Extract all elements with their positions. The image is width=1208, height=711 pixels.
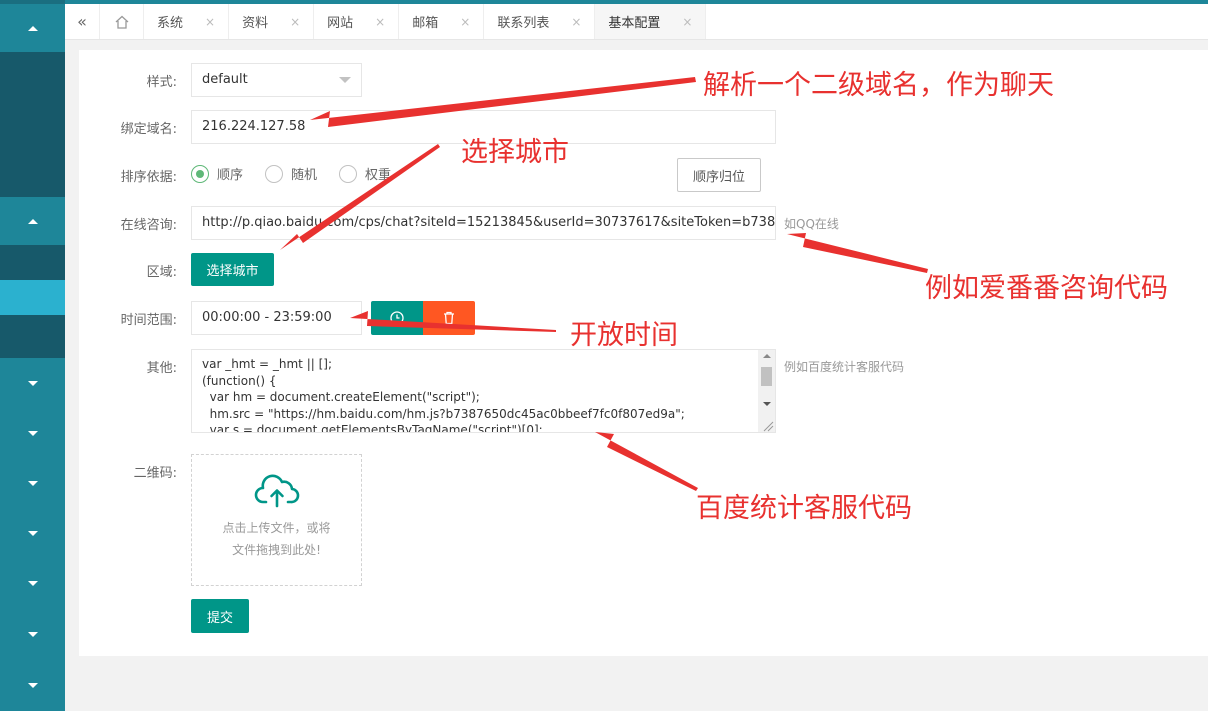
- tab-mailbox[interactable]: 邮箱 ×: [399, 4, 485, 39]
- scroll-up-icon[interactable]: [763, 354, 771, 358]
- code-line: var _hmt = _hmt || [];: [202, 357, 333, 371]
- annotation-city: 选择城市: [461, 137, 569, 168]
- radio-label: 随机: [291, 168, 318, 183]
- sidebar-group-2[interactable]: [0, 197, 65, 245]
- reset-order-button[interactable]: 顺序归位: [677, 158, 761, 192]
- chevron-down-icon: [339, 77, 351, 83]
- radio-random[interactable]: 随机: [265, 164, 317, 183]
- tab-contacts[interactable]: 联系列表 ×: [484, 4, 596, 39]
- tab-website[interactable]: 网站 ×: [314, 4, 400, 39]
- caret-down-icon: [27, 631, 38, 637]
- clock-icon: [390, 311, 404, 325]
- sidebar-group-8[interactable]: [0, 608, 65, 660]
- tab-label: 网站: [327, 16, 354, 31]
- radio-weight[interactable]: 权重: [339, 164, 391, 183]
- other-code-textarea[interactable]: var _hmt = _hmt || []; (function() { var …: [191, 349, 776, 433]
- close-icon[interactable]: ×: [682, 15, 692, 29]
- annotation-time: 开放时间: [570, 320, 678, 351]
- upload-hint-line: 文件拖拽到此处!: [232, 543, 321, 557]
- annotation-stats: 百度统计客服代码: [696, 493, 912, 524]
- scroll-down-icon[interactable]: [763, 402, 771, 406]
- home-icon: [115, 15, 128, 29]
- caret-down-icon: [27, 480, 38, 486]
- upload-hint: 点击上传文件，或将 文件拖拽到此处!: [207, 517, 347, 561]
- radio-checked-icon: [191, 164, 209, 183]
- select-city-button[interactable]: 选择城市: [191, 253, 274, 286]
- other-hint: 例如百度统计客服代码: [784, 360, 905, 374]
- domain-label: 绑定域名:: [120, 122, 177, 137]
- tab-label: 联系列表: [497, 16, 550, 31]
- sidebar: [0, 0, 65, 711]
- caret-down-icon: [27, 683, 38, 688]
- sidebar-group-1[interactable]: [0, 4, 65, 52]
- tab-label: 系统: [157, 16, 184, 31]
- sort-label: 排序依据:: [120, 170, 177, 185]
- caret-up-icon: [27, 218, 38, 224]
- upload-hint-line: 点击上传文件，或将: [222, 521, 331, 535]
- radio-label: 顺序: [217, 168, 244, 183]
- code-line: hm.src = "https://hm.baidu.com/hm.js?b73…: [202, 406, 685, 421]
- tab-profile[interactable]: 资料 ×: [229, 4, 315, 39]
- time-confirm-button[interactable]: [371, 301, 423, 335]
- time-label: 时间范围:: [120, 313, 177, 328]
- sidebar-group-1-items: [0, 52, 65, 197]
- tab-system[interactable]: 系统 ×: [144, 4, 230, 39]
- cloud-upload-icon: [254, 474, 299, 508]
- tab-label: 基本配置: [608, 16, 661, 31]
- radio-label: 权重: [365, 168, 392, 183]
- tab-label: 邮箱: [412, 16, 439, 31]
- caret-down-icon: [27, 380, 38, 386]
- annotation-domain: 解析一个二级域名，作为聊天: [703, 70, 1054, 101]
- submit-button[interactable]: 提交: [191, 599, 249, 633]
- sidebar-item-1[interactable]: [0, 245, 65, 280]
- online-hint: 如QQ在线: [784, 217, 839, 231]
- sidebar-group-4[interactable]: [0, 408, 65, 458]
- style-select[interactable]: default: [191, 63, 362, 97]
- caret-down-icon: [27, 430, 38, 436]
- close-icon[interactable]: ×: [460, 15, 470, 29]
- code-line: var hm = document.createElement("script"…: [202, 390, 480, 404]
- tab-bar: « 系统 × 资料 × 网站 × 邮箱 × 联系列表 × 基本配置 ×: [65, 4, 1208, 40]
- close-icon[interactable]: ×: [205, 15, 215, 29]
- caret-up-icon: [27, 25, 38, 31]
- sidebar-group-9[interactable]: [0, 660, 65, 711]
- sidebar-group-6[interactable]: [0, 508, 65, 558]
- tab-basic-config[interactable]: 基本配置 ×: [595, 4, 707, 39]
- scroll-thumb[interactable]: [761, 367, 772, 386]
- radio-unchecked-icon: [339, 164, 357, 183]
- qrcode-label: 二维码:: [133, 466, 177, 481]
- time-range-input[interactable]: 00:00:00 - 23:59:00: [191, 301, 362, 335]
- tab-label: 资料: [242, 16, 269, 31]
- online-label: 在线咨询:: [120, 218, 177, 233]
- radio-sequential[interactable]: 顺序: [191, 164, 243, 183]
- time-clear-button[interactable]: [423, 301, 475, 335]
- sidebar-group-5[interactable]: [0, 458, 65, 508]
- other-label: 其他:: [146, 361, 177, 376]
- close-icon[interactable]: ×: [375, 15, 385, 29]
- style-label: 样式:: [146, 75, 177, 90]
- code-line: var s = document.getElementsByTagName("s…: [202, 423, 543, 433]
- caret-down-icon: [27, 580, 38, 586]
- region-label: 区域:: [146, 265, 177, 280]
- close-icon[interactable]: ×: [290, 15, 300, 29]
- sidebar-group-7[interactable]: [0, 558, 65, 608]
- double-chevron-left-icon: «: [77, 12, 87, 31]
- collapse-tabs-button[interactable]: «: [65, 4, 100, 39]
- resize-grip-icon[interactable]: [762, 421, 774, 432]
- home-tab[interactable]: [100, 4, 144, 39]
- textarea-scrollbar[interactable]: [758, 350, 775, 432]
- annotation-consult: 例如爱番番咨询代码: [925, 273, 1168, 304]
- code-line: (function() {: [202, 373, 277, 388]
- sidebar-group-3[interactable]: [0, 358, 65, 408]
- sidebar-item-3[interactable]: [0, 315, 65, 358]
- delete-icon: [444, 311, 454, 325]
- sidebar-item-active[interactable]: [0, 280, 65, 315]
- style-select-value: default: [202, 72, 248, 87]
- caret-down-icon: [27, 530, 38, 536]
- qrcode-upload-area[interactable]: 点击上传文件，或将 文件拖拽到此处!: [191, 454, 362, 586]
- radio-unchecked-icon: [265, 164, 283, 183]
- online-consult-input[interactable]: http://p.qiao.baidu.com/cps/chat?siteId=…: [191, 206, 776, 240]
- close-icon[interactable]: ×: [571, 15, 581, 29]
